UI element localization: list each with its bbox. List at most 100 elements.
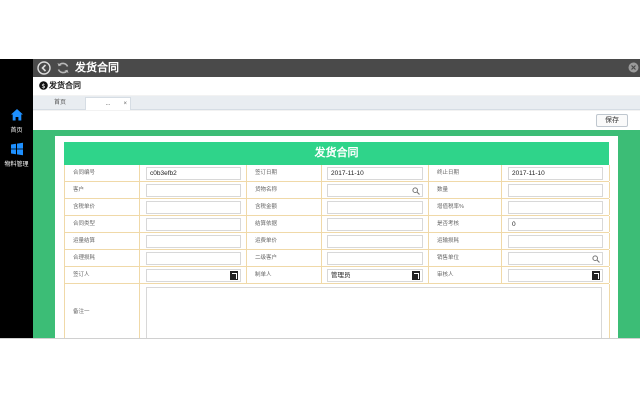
field-label: 结算依据 bbox=[247, 216, 322, 232]
reasonable-loss-input[interactable] bbox=[146, 252, 241, 265]
tab-home[interactable]: 首页 bbox=[37, 97, 83, 110]
secondary-customer-input[interactable] bbox=[327, 252, 423, 265]
field-label: 是否考核 bbox=[429, 216, 502, 232]
reviewer-input[interactable] bbox=[508, 269, 603, 282]
home-icon bbox=[10, 109, 23, 121]
field-cell bbox=[140, 182, 247, 198]
settlement-basis-input[interactable] bbox=[327, 218, 423, 231]
tab-label: 首页 bbox=[53, 100, 66, 106]
contract-type-input[interactable] bbox=[146, 218, 241, 231]
field-label: 运量结算 bbox=[65, 233, 140, 249]
sales-unit-input[interactable] bbox=[508, 252, 603, 265]
save-button[interactable]: 保存 bbox=[596, 114, 628, 127]
dollar-coin-icon: $ bbox=[39, 81, 48, 90]
creator-input[interactable]: 管理员 bbox=[327, 269, 423, 282]
content-area: 发货合同 合同编号 c0b3efb2 签订日期 2017-11-10 终止日期 … bbox=[33, 130, 640, 338]
freight-price-input[interactable] bbox=[327, 235, 423, 248]
field-cell: 2017-11-10 bbox=[322, 165, 429, 181]
field-label: 数量 bbox=[429, 182, 502, 198]
sidebar-item-home[interactable]: 首页 bbox=[0, 106, 33, 142]
transport-loss-input[interactable] bbox=[508, 235, 603, 248]
field-label: 制单人 bbox=[247, 267, 322, 283]
refresh-icon[interactable] bbox=[56, 61, 70, 75]
field-label: 合同编号 bbox=[65, 165, 140, 181]
field-cell bbox=[502, 199, 610, 215]
close-icon[interactable] bbox=[628, 62, 639, 73]
screen: 首页 物料管理 发货合同 $ 发货合同 首页 ... × 保存 发货合同 合同编… bbox=[0, 0, 640, 400]
field-label: 增值税率% bbox=[429, 199, 502, 215]
field-cell bbox=[322, 199, 429, 215]
picker-icon[interactable] bbox=[230, 271, 238, 280]
amount-input[interactable] bbox=[327, 201, 423, 214]
page-header: $ 发货合同 bbox=[33, 77, 640, 95]
field-label: 运费单价 bbox=[247, 233, 322, 249]
field-cell bbox=[140, 216, 247, 232]
divider bbox=[0, 338, 640, 339]
form-row: 运量结算 运费单价 运输损耗 bbox=[65, 233, 610, 250]
form-row-remark: 备注一 bbox=[65, 284, 610, 338]
contract-number-input[interactable]: c0b3efb2 bbox=[146, 167, 241, 180]
form-sheet: 发货合同 合同编号 c0b3efb2 签订日期 2017-11-10 终止日期 … bbox=[55, 136, 618, 338]
sign-date-input[interactable]: 2017-11-10 bbox=[327, 167, 423, 180]
form-row: 合同类型 结算依据 是否考核 0 bbox=[65, 216, 610, 233]
customer-input[interactable] bbox=[146, 184, 241, 197]
remark-textarea[interactable] bbox=[146, 287, 602, 338]
form-title: 发货合同 bbox=[64, 142, 609, 165]
field-label: 销售单位 bbox=[429, 250, 502, 266]
field-cell bbox=[502, 267, 610, 283]
tab-close-icon[interactable]: × bbox=[123, 98, 127, 111]
field-cell bbox=[140, 267, 247, 283]
field-cell bbox=[140, 250, 247, 266]
field-label: 合同类型 bbox=[65, 216, 140, 232]
assessment-input[interactable]: 0 bbox=[508, 218, 603, 231]
field-cell bbox=[140, 233, 247, 249]
sidebar-item-material-management[interactable]: 物料管理 bbox=[0, 140, 33, 176]
signer-input[interactable] bbox=[146, 269, 241, 282]
form-row: 签订人 制单人 管理员 审核人 bbox=[65, 267, 610, 284]
form-row: 客户 货物名称 数量 bbox=[65, 182, 610, 199]
quantity-input[interactable] bbox=[508, 184, 603, 197]
window-title: 发货合同 bbox=[75, 62, 119, 74]
windows-icon bbox=[10, 142, 23, 156]
tab-bar: 首页 ... × bbox=[33, 96, 640, 110]
field-label: 含税单价 bbox=[65, 199, 140, 215]
field-cell bbox=[322, 250, 429, 266]
field-cell bbox=[322, 216, 429, 232]
field-cell bbox=[322, 233, 429, 249]
field-label: 客户 bbox=[65, 182, 140, 198]
picker-icon[interactable] bbox=[592, 271, 600, 280]
field-label: 运输损耗 bbox=[429, 233, 502, 249]
goods-name-input[interactable] bbox=[327, 184, 423, 197]
field-cell bbox=[502, 182, 610, 198]
window-titlebar: 发货合同 bbox=[33, 59, 640, 77]
picker-icon[interactable] bbox=[412, 271, 420, 280]
unit-price-input[interactable] bbox=[146, 201, 241, 214]
form-row: 合同编号 c0b3efb2 签订日期 2017-11-10 终止日期 2017-… bbox=[65, 165, 610, 182]
field-label: 备注一 bbox=[65, 284, 140, 338]
field-label: 签订人 bbox=[65, 267, 140, 283]
form-row: 含税单价 含税金额 增值税率% bbox=[65, 199, 610, 216]
vat-rate-input[interactable] bbox=[508, 201, 603, 214]
field-value: 管理员 bbox=[331, 272, 351, 279]
end-date-input[interactable]: 2017-11-10 bbox=[508, 167, 603, 180]
back-arrow-icon[interactable] bbox=[37, 61, 51, 75]
form-grid: 合同编号 c0b3efb2 签订日期 2017-11-10 终止日期 2017-… bbox=[64, 165, 610, 338]
field-cell bbox=[502, 250, 610, 266]
field-label: 终止日期 bbox=[429, 165, 502, 181]
sidebar-item-label: 物料管理 bbox=[4, 162, 29, 168]
tab-current[interactable]: ... × bbox=[85, 97, 131, 110]
freight-settlement-input[interactable] bbox=[146, 235, 241, 248]
field-label: 货物名称 bbox=[247, 182, 322, 198]
svg-text:$: $ bbox=[41, 82, 45, 90]
toolbar: 保存 bbox=[33, 111, 640, 130]
field-label: 含税金额 bbox=[247, 199, 322, 215]
form-row: 合理损耗 二级客户 销售单位 bbox=[65, 250, 610, 267]
search-icon[interactable] bbox=[412, 187, 420, 195]
search-icon[interactable] bbox=[592, 255, 600, 263]
page-title: 发货合同 bbox=[49, 81, 81, 90]
tab-label: ... bbox=[105, 101, 111, 107]
field-cell bbox=[140, 284, 610, 338]
field-cell: c0b3efb2 bbox=[140, 165, 247, 181]
field-label: 签订日期 bbox=[247, 165, 322, 181]
sidebar-item-label: 首页 bbox=[10, 128, 23, 134]
